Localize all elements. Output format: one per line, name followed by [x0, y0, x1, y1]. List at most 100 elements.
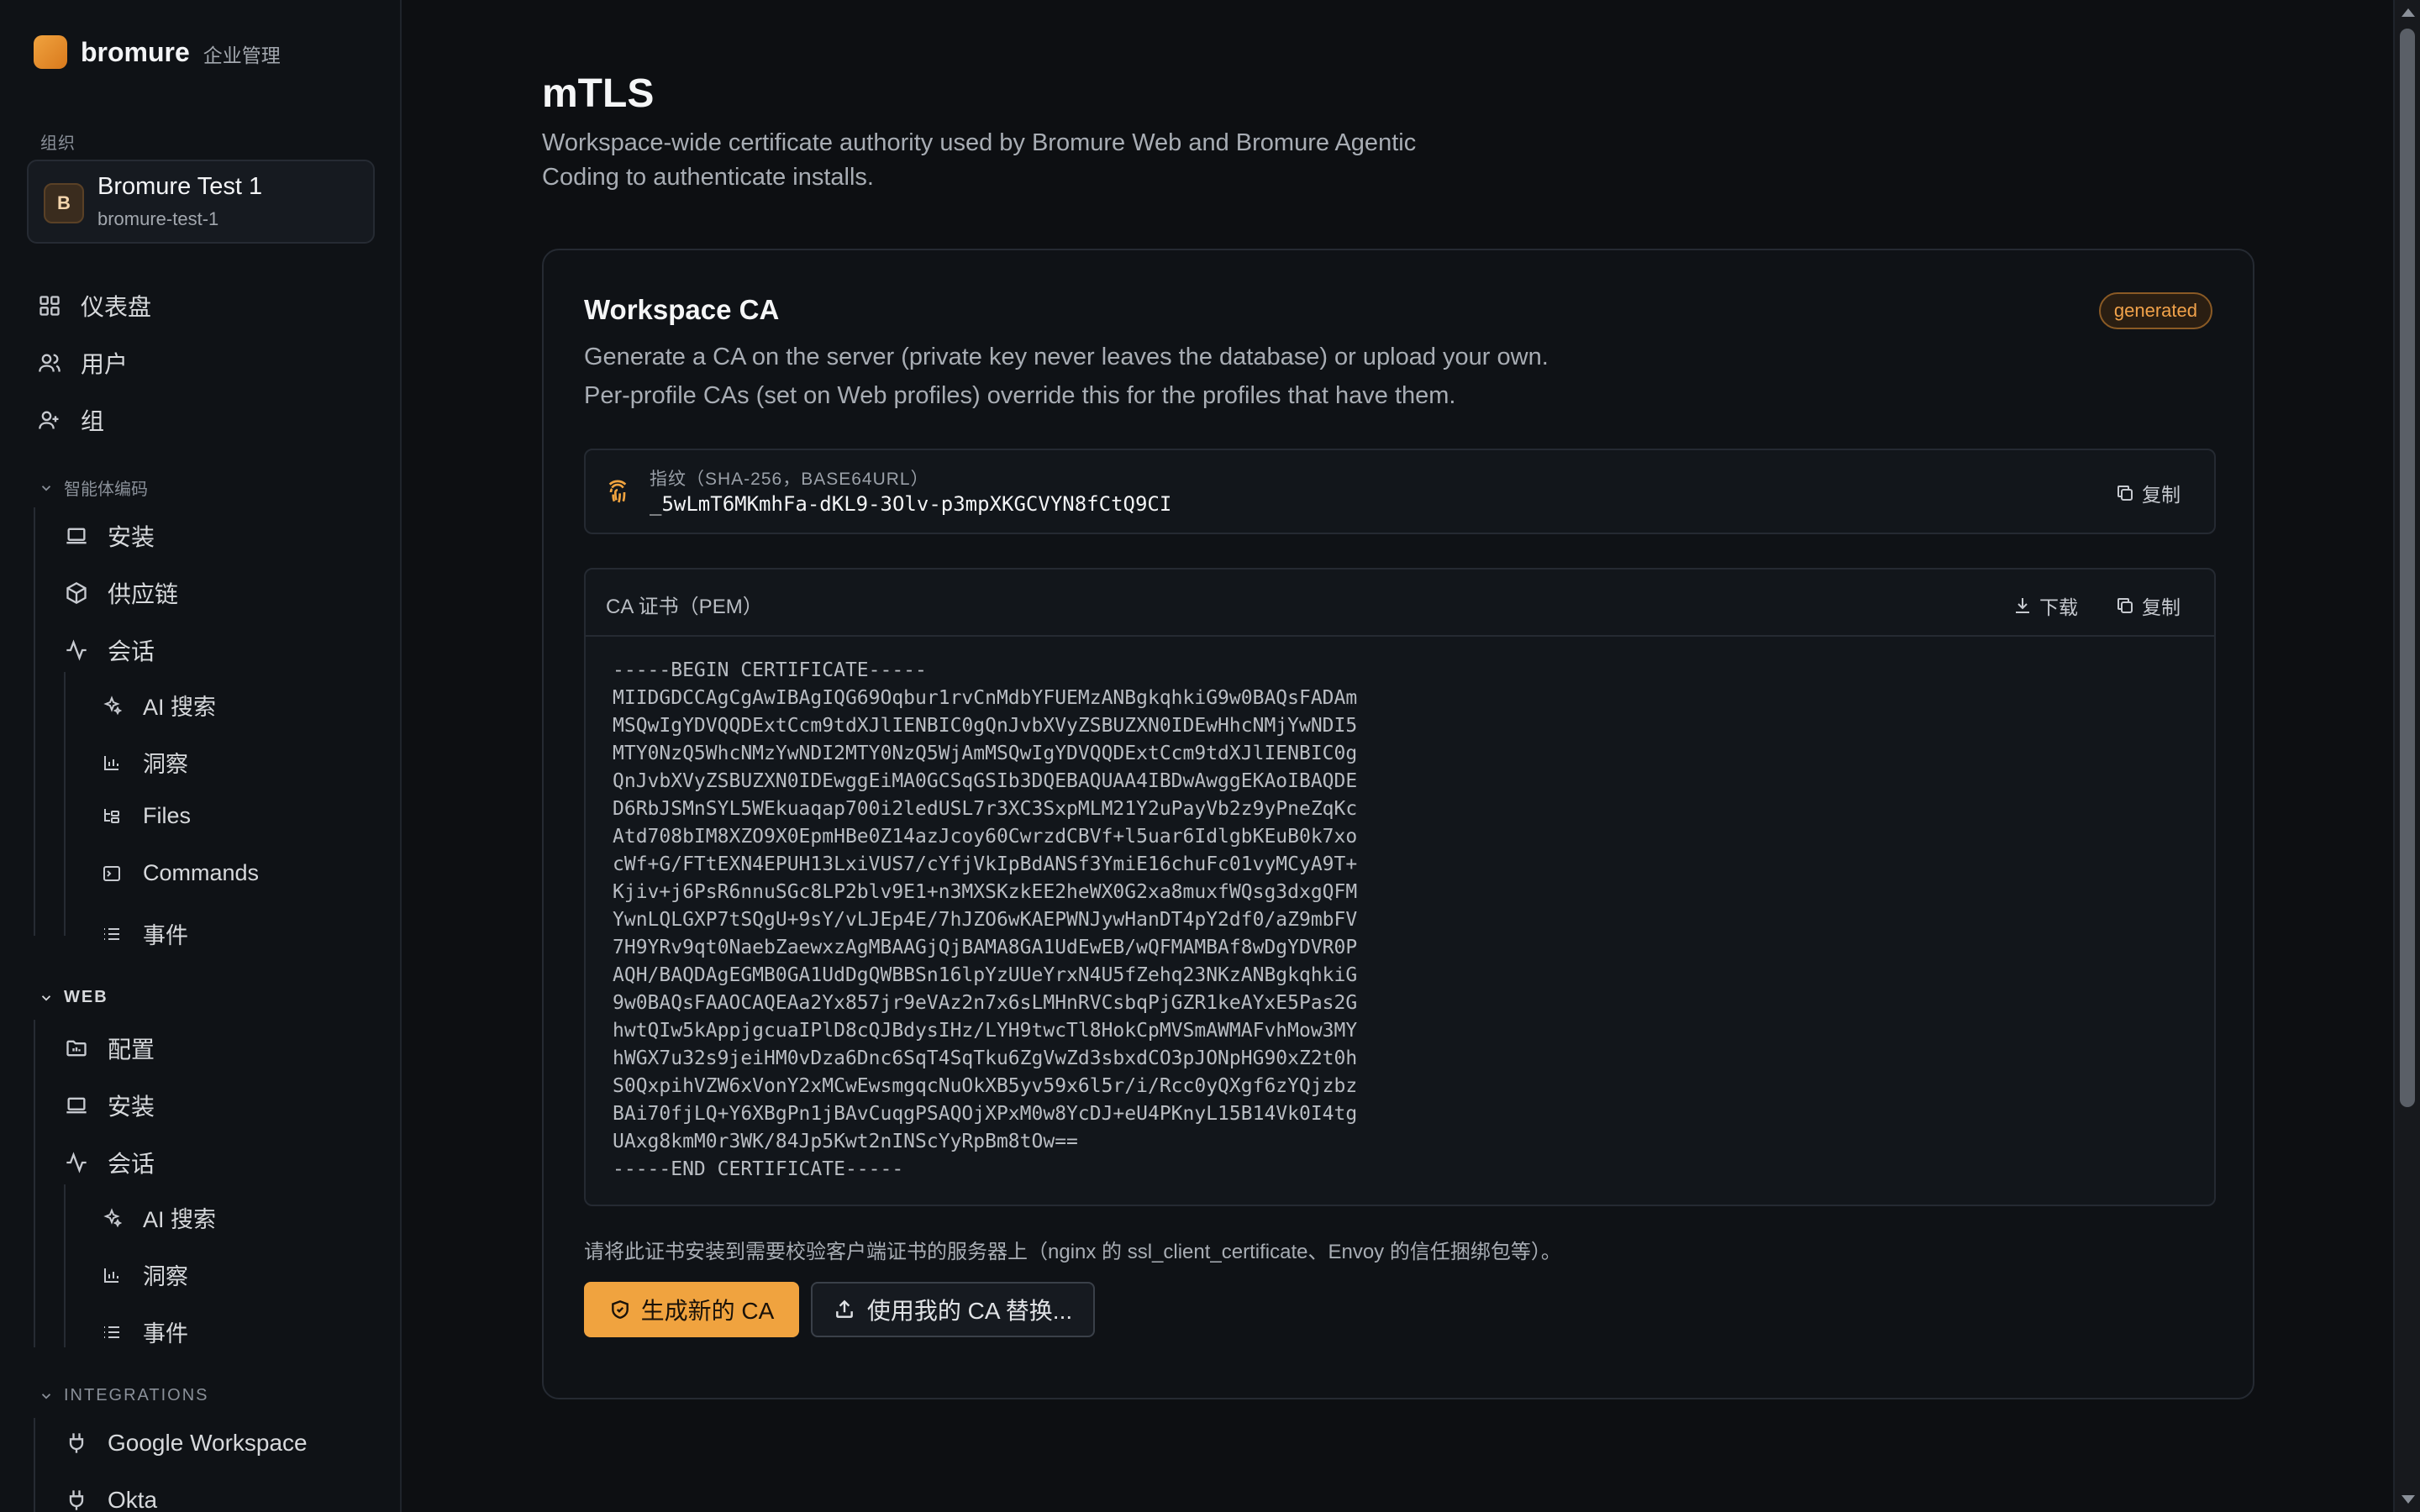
pem-line: -----END CERTIFICATE----- — [613, 1158, 904, 1180]
pem-line: MIIDGDCCAgCgAwIBAgIQG69Oqbur1rvCnMdbYFUE… — [613, 687, 1358, 709]
fingerprint-box: 指纹（SHA-256，BASE64URL） _5wLmT6MKmhFa-dKL9… — [584, 449, 2216, 534]
shield-check-icon — [611, 1299, 629, 1319]
sidebar-item-label: 配置 — [108, 1037, 155, 1063]
upload-icon — [836, 1299, 853, 1318]
sidebar-item-agentic-install[interactable]: 安装 — [64, 519, 155, 553]
replace-ca-button[interactable]: 使用我的 CA 替换... — [811, 1282, 1095, 1337]
copy-label: 复制 — [2142, 484, 2181, 506]
sidebar-item-google-workspace[interactable]: Google Workspace — [64, 1430, 308, 1457]
sidebar-item-web-ai-search[interactable]: AI 搜索 — [99, 1201, 216, 1234]
group-label: 智能体编码 — [64, 480, 148, 499]
download-pem-button[interactable]: 下载 — [2012, 591, 2078, 620]
sidebar-item-label: 事件 — [143, 1321, 188, 1347]
sidebar-item-web-config[interactable]: 配置 — [64, 1032, 155, 1065]
sidebar-item-groups[interactable]: 组 — [37, 403, 104, 437]
sidebar-item-label: 安装 — [108, 1094, 155, 1120]
sidebar-item-agentic-sessions[interactable]: 会话 — [64, 633, 155, 667]
sidebar-item-label: Okta — [108, 1487, 158, 1512]
laptop-icon — [64, 523, 89, 549]
tree-line — [34, 507, 35, 936]
pem-line: hwtQIw5kAppjgcuaIPlD8cQJBdysIHz/LYH9twcT… — [613, 1020, 1358, 1042]
sidebar-item-label: 会话 — [108, 1151, 155, 1177]
sidebar-item-users[interactable]: 用户 — [37, 346, 128, 380]
tree-line — [34, 1418, 35, 1512]
folder-tree-icon — [99, 804, 124, 829]
install-hint: 请将此证书安装到需要校验客户端证书的服务器上（nginx 的 ssl_clien… — [584, 1241, 1561, 1263]
tree-line — [64, 672, 66, 936]
pem-header: CA 证书（PEM） 下载 复制 — [586, 570, 2214, 637]
activity-icon — [64, 638, 89, 663]
workspace-ca-card: Workspace CA generated Generate a CA on … — [542, 249, 2254, 1399]
card-description: Generate a CA on the server (private key… — [584, 344, 1549, 409]
group-toggle-web[interactable]: WEB — [39, 988, 108, 1007]
sidebar-item-agentic-insights[interactable]: 洞察 — [99, 746, 188, 779]
bar-chart-icon — [99, 750, 124, 775]
pem-certificate-text[interactable]: -----BEGIN CERTIFICATE----- MIIDGDCCAgCgA… — [613, 657, 1357, 1184]
group-toggle-agentic[interactable]: 智能体编码 — [39, 475, 148, 500]
sidebar-item-agentic-events[interactable]: 事件 — [99, 917, 188, 950]
sidebar-item-web-events[interactable]: 事件 — [99, 1315, 188, 1348]
generate-ca-button[interactable]: 生成新的 CA — [584, 1282, 799, 1337]
groups-icon — [37, 407, 62, 433]
pem-box: CA 证书（PEM） 下载 复制 -----BEGIN CERTIFICATE-… — [584, 568, 2216, 1206]
fingerprint-icon — [604, 479, 631, 506]
pem-line: cWf+G/FTtEXN4EPUH13LxiVUS7/cYfjVkIpBdANS… — [613, 853, 1358, 875]
sidebar-item-agentic-commands[interactable]: Commands — [99, 860, 259, 886]
download-icon — [2016, 598, 2029, 613]
terminal-icon — [99, 861, 124, 886]
pem-line: BAi70fjLQ+Y6XBgPn1jBAvCuqgPSAQOjXPxM0w8Y… — [613, 1103, 1358, 1125]
sidebar-item-agentic-ai-search[interactable]: AI 搜索 — [99, 689, 216, 722]
sidebar-item-label: 仪表盘 — [81, 294, 152, 320]
sidebar-item-web-insights[interactable]: 洞察 — [99, 1258, 188, 1291]
pem-line: UAxg8kmM0r3WK/84Jp5Kwt2nINScYyRpBm8tOw== — [613, 1131, 1078, 1152]
pem-line: AQH/BAQDAgEGMB0GA1UdDgQWBBSn16lpYzUUeYrx… — [613, 964, 1358, 986]
sidebar-item-label: Commands — [143, 860, 260, 885]
tree-line — [34, 1020, 35, 1347]
sidebar-item-supply-chain[interactable]: 供应链 — [64, 576, 178, 610]
copy-pem-button[interactable]: 复制 — [2115, 591, 2181, 620]
copy-fingerprint-button[interactable]: 复制 — [2115, 479, 2181, 507]
org-section-label: 组织 — [40, 134, 76, 153]
org-name: Bromure Test 1 — [97, 173, 263, 200]
scroll-up-arrow-icon[interactable] — [2402, 8, 2415, 17]
sidebar-item-label: 事件 — [143, 923, 188, 948]
sidebar-item-web-sessions[interactable]: 会话 — [64, 1146, 155, 1179]
pem-line: D6RbJSMnSYL5WEkuaqap700i2ledUSL7r3XC3Sxp… — [613, 798, 1358, 820]
sidebar-item-label: Google Workspace — [108, 1430, 308, 1456]
pem-line: YwnLQLGXP7tSQgU+9sY/vLJEp4E/7hJZO6wKAEPW… — [613, 909, 1358, 931]
sidebar-item-label: 洞察 — [143, 752, 188, 777]
group-label: INTEGRATIONS — [64, 1386, 209, 1404]
group-toggle-integrations[interactable]: INTEGRATIONS — [39, 1386, 209, 1405]
brand-logo — [34, 35, 67, 69]
users-icon — [37, 350, 62, 375]
sidebar-item-okta[interactable]: Okta — [64, 1487, 157, 1512]
download-label: 下载 — [2039, 596, 2078, 618]
pem-line: MSQwIgYDVQQDExtCcm9tdXJlIENBIC0gQnJvbXVy… — [613, 715, 1358, 737]
page-description: Workspace-wide certificate authority use… — [542, 129, 1417, 191]
brand[interactable]: bromure 企业管理 — [34, 35, 281, 69]
pem-line: 7H9YRv9qt0NaebZaewxzAgMBAAGjQjBAMA8GA1Ud… — [613, 937, 1358, 958]
chevron-down-icon — [41, 1393, 51, 1399]
scroll-down-arrow-icon[interactable] — [2402, 1495, 2415, 1504]
generate-ca-label: 生成新的 CA — [640, 1298, 775, 1324]
page-scrollbar[interactable] — [2393, 0, 2420, 1512]
replace-ca-label: 使用我的 CA 替换... — [866, 1298, 1073, 1324]
sidebar-item-web-install[interactable]: 安装 — [64, 1089, 155, 1122]
scroll-thumb[interactable] — [2400, 29, 2415, 1107]
sidebar-item-agentic-files[interactable]: Files — [99, 803, 191, 829]
pem-line: -----BEGIN CERTIFICATE----- — [613, 659, 927, 681]
sidebar-item-dashboard[interactable]: 仪表盘 — [37, 289, 151, 323]
folder-settings-icon — [64, 1036, 89, 1061]
brand-subtitle: 企业管理 — [203, 45, 281, 66]
bar-chart-icon — [99, 1263, 124, 1288]
org-switcher[interactable]: B Bromure Test 1 bromure-test-1 — [27, 160, 375, 244]
sidebar-item-label: 洞察 — [143, 1264, 188, 1289]
pem-title: CA 证书（PEM） — [606, 596, 763, 618]
list-icon — [99, 1320, 124, 1345]
fingerprint-value: _5wLmT6MKmhFa-dKL9-3Olv-p3mpXKGCVYN8fCtQ… — [650, 492, 1172, 516]
sidebar-item-label: 供应链 — [108, 581, 179, 607]
copy-label: 复制 — [2142, 596, 2181, 618]
plug-icon — [64, 1488, 89, 1512]
pem-line: QnJvbXVyZSBUZXN0IDEwggEiMA0GCSqGSIb3DQEB… — [613, 770, 1358, 792]
activity-icon — [64, 1150, 89, 1175]
